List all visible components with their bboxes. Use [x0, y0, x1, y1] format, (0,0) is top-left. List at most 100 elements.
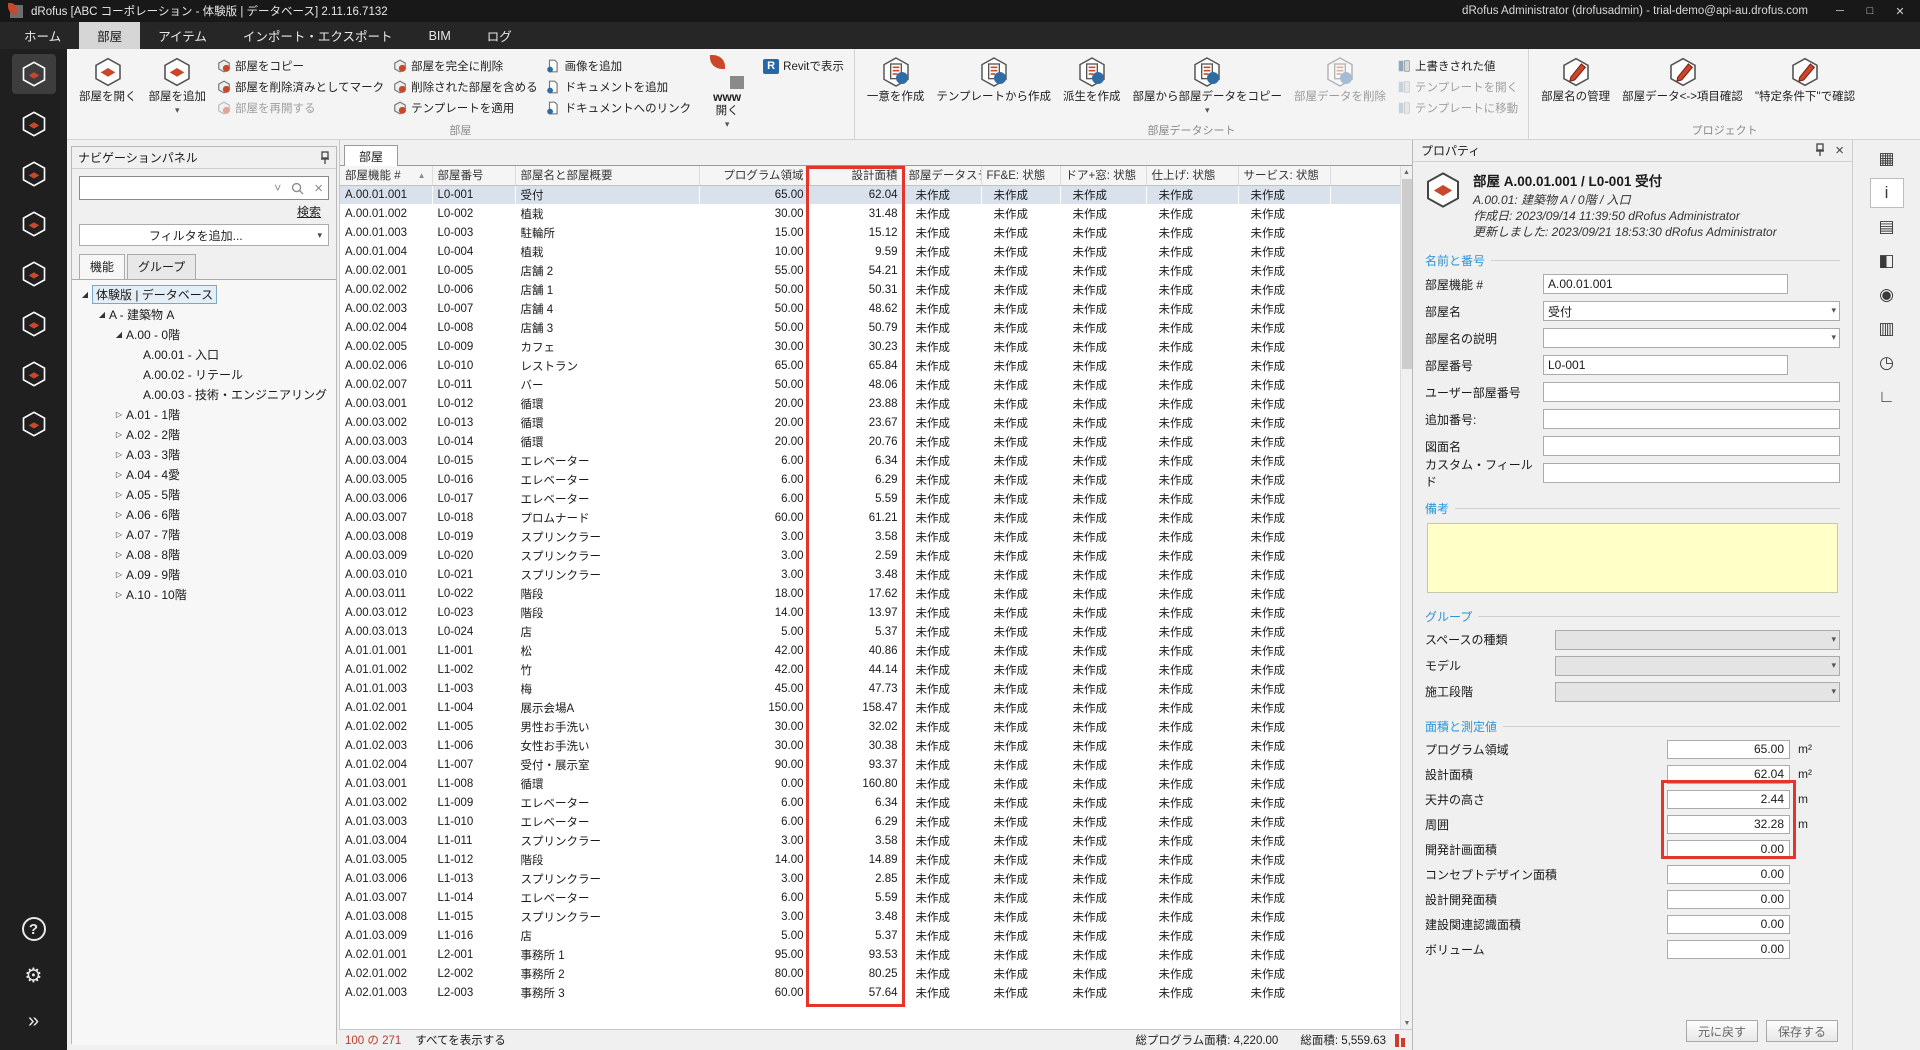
- property-tab-icon[interactable]: i: [1870, 178, 1904, 208]
- property-tab-icon[interactable]: ◧: [1870, 246, 1904, 276]
- table-row[interactable]: A.01.03.004 L1-011 スプリンクラー 3.00 3.58 未作成…: [340, 831, 1401, 850]
- table-row[interactable]: A.00.03.006 L0-017 エレベーター 6.00 5.59 未作成未…: [340, 489, 1401, 508]
- pin-icon[interactable]: [1815, 143, 1825, 158]
- table-row[interactable]: A.01.03.003 L1-010 エレベーター 6.00 6.29 未作成未…: [340, 812, 1401, 831]
- tree-item[interactable]: A.00.03 - 技術・エンジニアリング: [72, 384, 336, 404]
- table-row[interactable]: A.00.03.009 L0-020 スプリンクラー 3.00 2.59 未作成…: [340, 546, 1401, 565]
- help-button[interactable]: ?: [0, 906, 67, 952]
- table-row[interactable]: A.01.03.008 L1-015 スプリンクラー 3.00 3.48 未作成…: [340, 907, 1401, 926]
- tree-item[interactable]: ▷ A.07 - 7階: [72, 524, 336, 544]
- table-row[interactable]: A.00.03.012 L0-023 階段 14.00 13.97 未作成未作成…: [340, 603, 1401, 622]
- group-combo[interactable]: ▾: [1555, 682, 1840, 702]
- area-field[interactable]: 0.00: [1667, 840, 1790, 859]
- undo-button[interactable]: 元に戻す: [1686, 1020, 1758, 1042]
- ribbon-small-button[interactable]: テンプレートに移動: [1396, 99, 1518, 117]
- property-tab-icon[interactable]: ▤: [1870, 212, 1904, 242]
- vertical-scrollbar[interactable]: ▲ ▼: [1400, 166, 1412, 1029]
- table-row[interactable]: A.00.03.001 L0-012 循環 20.00 23.88 未作成未作成…: [340, 394, 1401, 413]
- tree-expander-icon[interactable]: ◢: [95, 310, 109, 319]
- table-row[interactable]: A.01.01.002 L1-002 竹 42.00 44.14 未作成未作成未…: [340, 660, 1401, 679]
- property-field[interactable]: ▾: [1543, 328, 1840, 348]
- property-tab-icon[interactable]: ◉: [1870, 280, 1904, 310]
- tree-expander-icon[interactable]: ◢: [112, 330, 126, 339]
- property-tab-icon[interactable]: ◷: [1870, 348, 1904, 378]
- tree-item[interactable]: ▷ A.06 - 6階: [72, 504, 336, 524]
- scrollbar-thumb[interactable]: [1402, 179, 1412, 369]
- property-field[interactable]: A.00.01.001: [1543, 274, 1788, 294]
- ribbon-small-button[interactable]: 削除された部屋を含める: [392, 78, 538, 96]
- table-row[interactable]: A.00.01.004 L0-004 植栽 10.00 9.59 未作成未作成未…: [340, 242, 1401, 261]
- sidebar-module-button[interactable]: [0, 399, 67, 449]
- ribbon-small-button[interactable]: テンプレートを適用: [392, 99, 538, 117]
- ribbon-big-button[interactable]: 部屋を追加 ▾: [143, 53, 213, 125]
- area-field[interactable]: 2.44: [1667, 790, 1790, 809]
- group-combo[interactable]: ▾: [1555, 630, 1840, 650]
- tree-item[interactable]: ▷ A.02 - 2階: [72, 424, 336, 444]
- table-row[interactable]: A.00.02.006 L0-010 レストラン 65.00 65.84 未作成…: [340, 356, 1401, 375]
- group-combo[interactable]: ▾: [1555, 656, 1840, 676]
- table-row[interactable]: A.00.03.003 L0-014 循環 20.00 20.76 未作成未作成…: [340, 432, 1401, 451]
- table-row[interactable]: A.01.03.001 L1-008 循環 0.00 160.80 未作成未作成…: [340, 774, 1401, 793]
- ribbon-big-button[interactable]: 部屋名の管理: [1535, 53, 1616, 125]
- table-row[interactable]: A.00.03.008 L0-019 スプリンクラー 3.00 3.58 未作成…: [340, 527, 1401, 546]
- table-row[interactable]: A.02.01.002 L2-002 事務所 2 80.00 80.25 未作成…: [340, 964, 1401, 983]
- close-button[interactable]: ✕: [1886, 1, 1914, 21]
- col-header-service-status[interactable]: サービス: 状態: [1238, 166, 1330, 185]
- tree-expander-icon[interactable]: ▷: [112, 550, 126, 559]
- close-panel-icon[interactable]: ×: [1835, 143, 1844, 158]
- area-field[interactable]: 62.04: [1667, 765, 1790, 784]
- ribbon-big-button[interactable]: 派生を作成: [1057, 53, 1127, 125]
- table-row[interactable]: A.00.03.004 L0-015 エレベーター 6.00 6.34 未作成未…: [340, 451, 1401, 470]
- property-tab-icon[interactable]: ▥: [1870, 314, 1904, 344]
- table-row[interactable]: A.00.01.003 L0-003 駐輪所 15.00 15.12 未作成未作…: [340, 223, 1401, 242]
- ribbon-big-button[interactable]: "特定条件下"で確認: [1749, 53, 1861, 125]
- table-row[interactable]: A.01.03.006 L1-013 スプリンクラー 3.00 2.85 未作成…: [340, 869, 1401, 888]
- ribbon-small-button[interactable]: 部屋を再開する: [216, 99, 384, 117]
- table-row[interactable]: A.00.03.010 L0-021 スプリンクラー 3.00 3.48 未作成…: [340, 565, 1401, 584]
- table-row[interactable]: A.01.02.004 L1-007 受付・展示室 90.00 93.37 未作…: [340, 755, 1401, 774]
- table-row[interactable]: A.01.02.002 L1-005 男性お手洗い 30.00 32.02 未作…: [340, 717, 1401, 736]
- property-field[interactable]: [1543, 382, 1840, 402]
- tree-expander-icon[interactable]: ▷: [112, 570, 126, 579]
- save-button[interactable]: 保存する: [1766, 1020, 1838, 1042]
- ribbon-tab[interactable]: ログ: [469, 22, 530, 49]
- table-row[interactable]: A.02.01.001 L2-001 事務所 1 95.00 93.53 未作成…: [340, 945, 1401, 964]
- sidebar-module-button[interactable]: [0, 299, 67, 349]
- sidebar-module-button[interactable]: [0, 149, 67, 199]
- col-header-program-area[interactable]: プログラム領域: [699, 166, 809, 185]
- col-header-design-area[interactable]: 設計面積: [809, 166, 903, 185]
- table-row[interactable]: A.01.01.001 L1-001 松 42.00 40.86 未作成未作成未…: [340, 641, 1401, 660]
- ribbon-tab[interactable]: インポート・エクスポート: [225, 22, 411, 49]
- property-tab-icon[interactable]: ▦: [1870, 144, 1904, 174]
- property-field[interactable]: 受付 ▾: [1543, 301, 1840, 321]
- tree-expander-icon[interactable]: ▷: [112, 490, 126, 499]
- show-all-link[interactable]: すべてを表示する: [415, 1032, 506, 1048]
- table-row[interactable]: A.02.01.003 L2-003 事務所 3 60.00 57.64 未作成…: [340, 983, 1401, 1002]
- search-icon[interactable]: [286, 182, 309, 195]
- col-header-name[interactable]: 部屋名と部屋概要: [515, 166, 699, 185]
- tree-expander-icon[interactable]: ▷: [112, 470, 126, 479]
- nav-tab[interactable]: 機能: [79, 254, 125, 279]
- ribbon-small-button[interactable]: ドキュメントを追加: [546, 78, 692, 96]
- table-row[interactable]: A.01.03.007 L1-014 エレベーター 6.00 5.59 未作成未…: [340, 888, 1401, 907]
- table-row[interactable]: A.00.03.007 L0-018 プロムナード 60.00 61.21 未作…: [340, 508, 1401, 527]
- search-input[interactable]: [80, 178, 269, 198]
- table-row[interactable]: A.00.03.002 L0-013 循環 20.00 23.67 未作成未作成…: [340, 413, 1401, 432]
- tree-item[interactable]: ◢ A.00 - 0階: [72, 324, 336, 344]
- col-header-ffe-status[interactable]: FF&E: 状態: [981, 166, 1060, 185]
- table-row[interactable]: A.00.01.001 L0-001 受付 65.00 62.04 未作成未作成…: [340, 185, 1401, 204]
- tree-item[interactable]: ▷ A.09 - 9階: [72, 564, 336, 584]
- settings-button[interactable]: ⚙: [0, 952, 67, 998]
- add-filter-combo[interactable]: フィルタを追加... ▾: [79, 224, 329, 246]
- area-field[interactable]: 65.00: [1667, 740, 1790, 759]
- property-field[interactable]: L0-001: [1543, 355, 1788, 375]
- col-header-number[interactable]: 部屋番号: [432, 166, 515, 185]
- minimize-button[interactable]: ─: [1826, 1, 1854, 21]
- table-row[interactable]: A.00.02.007 L0-011 バー 50.00 48.06 未作成未作成…: [340, 375, 1401, 394]
- property-field[interactable]: [1543, 436, 1840, 456]
- ribbon-small-button[interactable]: 部屋を削除済みとしてマーク: [216, 78, 384, 96]
- table-row[interactable]: A.01.03.005 L1-012 階段 14.00 14.89 未作成未作成…: [340, 850, 1401, 869]
- www-open-button[interactable]: www 開く ▾: [695, 53, 759, 131]
- tree-item[interactable]: A.00.01 - 入口: [72, 344, 336, 364]
- ribbon-tab[interactable]: BIM: [411, 22, 469, 49]
